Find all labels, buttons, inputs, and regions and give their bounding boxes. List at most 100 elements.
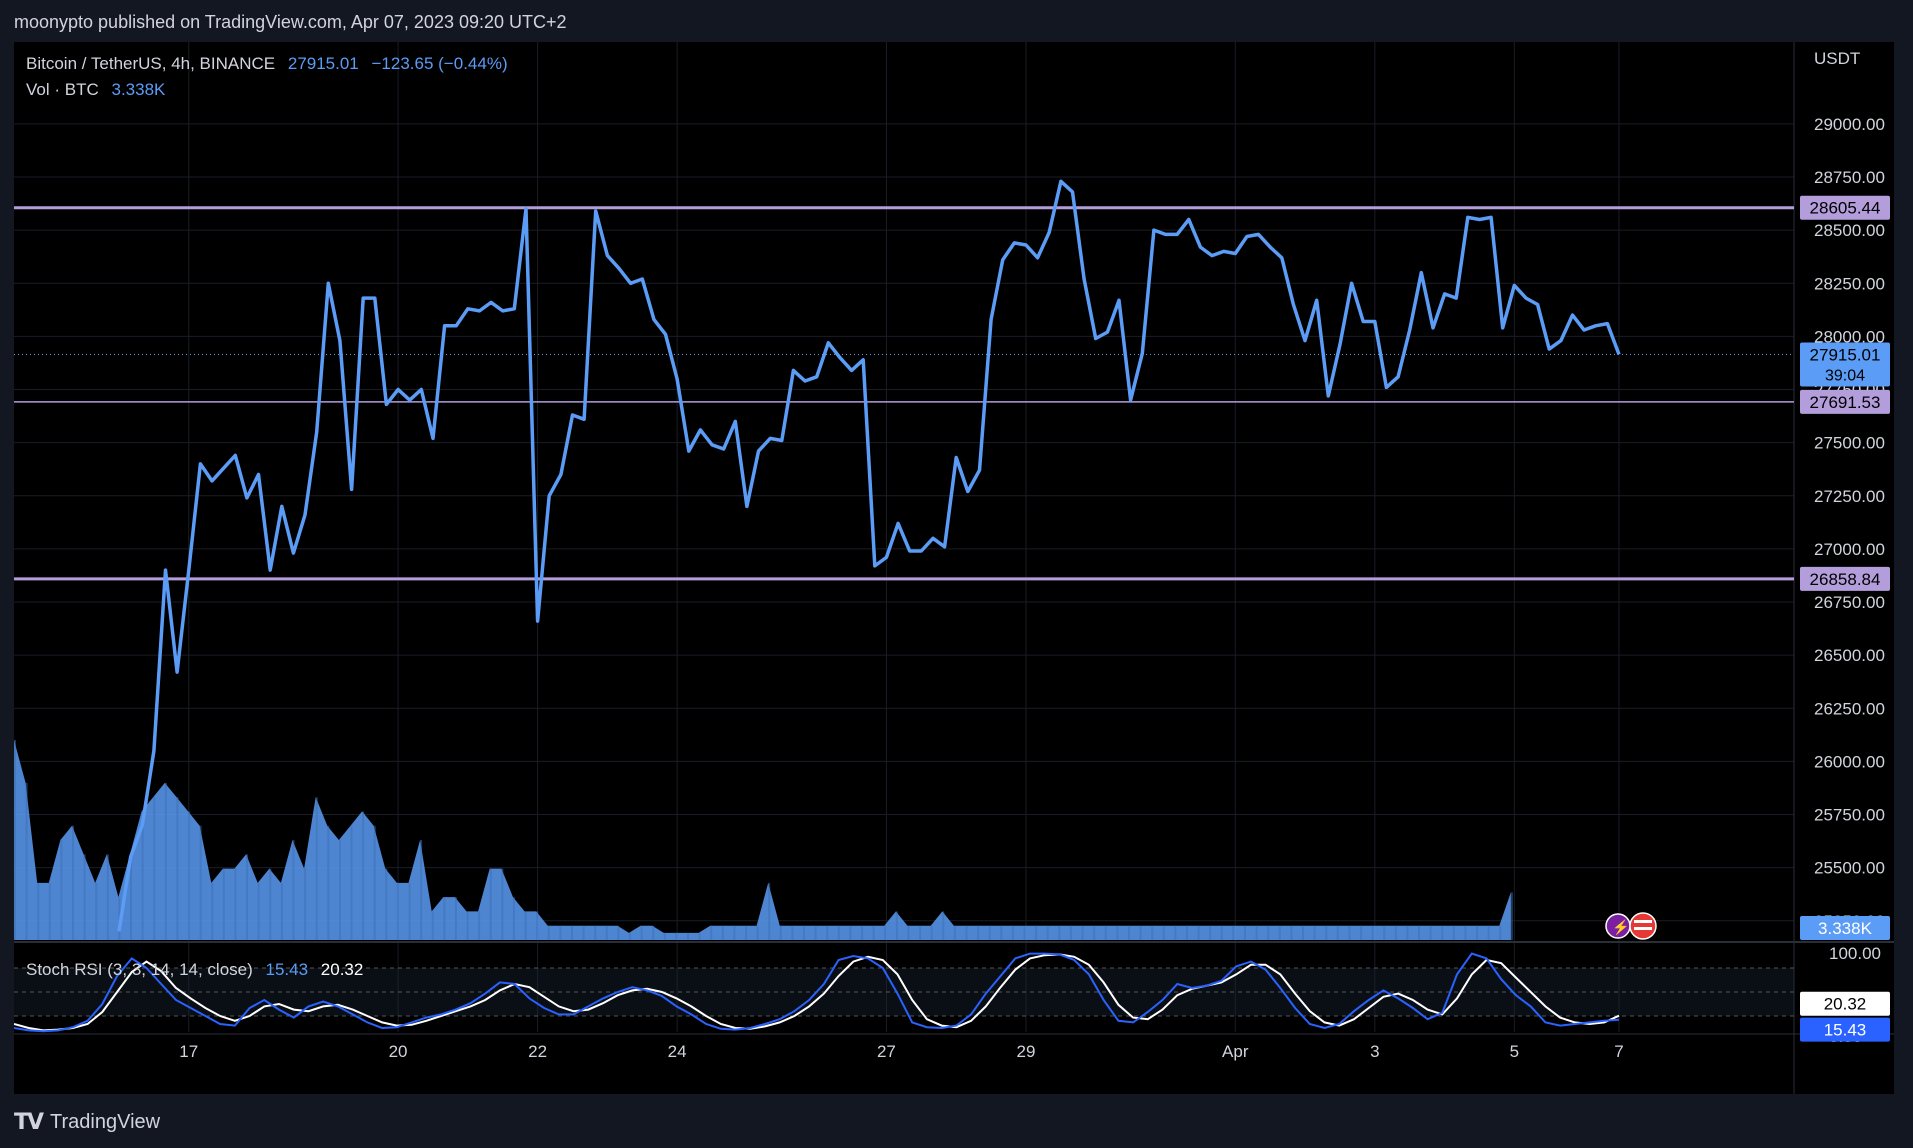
level-price-badge-text: 28605.44 xyxy=(1810,199,1881,218)
volume-bar xyxy=(83,854,86,940)
last-price-badge-text: 27915.01 xyxy=(1810,345,1881,364)
price-scale-currency: USDT xyxy=(1814,49,1860,68)
volume-legend[interactable]: Vol · BTC 3.338K xyxy=(26,80,165,100)
change-value: −123.65 (−0.44%) xyxy=(371,54,508,73)
time-tick-label: 24 xyxy=(668,1042,687,1061)
tradingview-logo[interactable]: TV TradingView xyxy=(14,1110,160,1135)
stoch-d-value: 20.32 xyxy=(320,960,364,979)
volume-bar xyxy=(559,925,562,940)
volume-bar xyxy=(1348,925,1351,940)
time-tick-label: 17 xyxy=(179,1042,198,1061)
volume-bar xyxy=(501,868,504,940)
volume-bar xyxy=(106,854,109,940)
volume-bar xyxy=(1290,925,1293,940)
volume-label[interactable]: Vol · BTC xyxy=(26,80,99,99)
chart-svg[interactable]: USDT 29000.0028750.0028500.0028250.00280… xyxy=(13,42,1894,1094)
volume-bar xyxy=(362,811,365,940)
time-tick-label: 29 xyxy=(1017,1042,1036,1061)
volume-bar xyxy=(1058,925,1061,940)
symbol-title[interactable]: Bitcoin / TetherUS, 4h, BINANCE xyxy=(26,54,275,73)
volume-bar xyxy=(1243,925,1246,940)
price-tick-label: 27250.00 xyxy=(1814,487,1885,506)
volume-area xyxy=(14,740,1511,940)
us-flag-stripes xyxy=(1634,920,1652,923)
volume-bar xyxy=(1104,925,1107,940)
volume-bar xyxy=(710,925,713,940)
volume-bar xyxy=(640,925,643,940)
time-tick-label: 7 xyxy=(1614,1042,1623,1061)
volume-bar xyxy=(512,897,515,940)
volume-bar xyxy=(164,782,167,940)
volume-bar xyxy=(663,932,666,940)
volume-bar xyxy=(582,925,585,940)
volume-bar xyxy=(965,925,968,940)
volume-bar xyxy=(721,925,724,940)
published-text: moonypto published on TradingView.com, A… xyxy=(14,12,567,32)
volume-bar xyxy=(1452,925,1455,940)
volume-bar xyxy=(826,925,829,940)
volume-bar xyxy=(1035,925,1038,940)
volume-bar xyxy=(536,911,539,940)
chart-frame[interactable]: USDT 29000.00 28750.00 28500.00 28250.00 280… xyxy=(13,42,1894,1094)
volume-bar xyxy=(733,925,736,940)
volume-bar xyxy=(211,882,214,940)
volume-bar xyxy=(420,840,423,940)
price-layer xyxy=(117,179,1621,932)
volume-bar xyxy=(849,925,852,940)
price-line xyxy=(117,179,1621,932)
volume-bar xyxy=(25,782,28,940)
volume-bar xyxy=(269,868,272,940)
volume-bar xyxy=(652,925,655,940)
time-tick-label: 27 xyxy=(877,1042,896,1061)
volume-bar xyxy=(1360,925,1363,940)
volume-bar xyxy=(385,868,388,940)
volume-bar xyxy=(338,840,341,940)
volume-bar xyxy=(443,897,446,940)
volume-bar xyxy=(803,925,806,940)
volume-bar xyxy=(478,911,481,940)
volume-bar xyxy=(188,811,191,940)
volume-bar xyxy=(1267,925,1270,940)
us-flag-icon[interactable] xyxy=(1629,912,1657,940)
event-icons[interactable]: ⚡ xyxy=(1605,912,1657,940)
volume-bar xyxy=(1429,925,1432,940)
publish-header: moonypto published on TradingView.com, A… xyxy=(0,0,1913,40)
volume-bar xyxy=(1185,925,1188,940)
volume-bar xyxy=(942,911,945,940)
volume-bar xyxy=(48,882,51,940)
volume-bar xyxy=(350,825,353,940)
price-tick-label: 26000.00 xyxy=(1814,752,1885,771)
volume-bar xyxy=(698,932,701,940)
price-tick-label: 26250.00 xyxy=(1814,699,1885,718)
volume-bar xyxy=(60,840,63,940)
volume-bar xyxy=(1255,925,1258,940)
volume-bar xyxy=(895,911,898,940)
volume-bar xyxy=(988,925,991,940)
volume-bar xyxy=(1278,925,1281,940)
volume-bar xyxy=(791,925,794,940)
levels-layer[interactable] xyxy=(14,206,1794,581)
volume-bar xyxy=(1394,925,1397,940)
volume-bar xyxy=(768,882,771,940)
symbol-legend[interactable]: Bitcoin / TetherUS, 4h, BINANCE 27915.01… xyxy=(26,54,508,74)
volume-bar xyxy=(315,797,318,940)
stoch-label[interactable]: Stoch RSI (3, 3, 14, 14, close) xyxy=(26,960,253,979)
price-tick-label: 28250.00 xyxy=(1814,274,1885,293)
stoch-k-badge-text: 15.43 xyxy=(1824,1021,1867,1040)
volume-bar xyxy=(1116,925,1119,940)
volume-bar xyxy=(675,932,678,940)
volume-bar xyxy=(327,825,330,940)
tradingview-wordmark: TradingView xyxy=(50,1111,161,1133)
volume-bar xyxy=(1220,925,1223,940)
volume-bar xyxy=(199,825,202,940)
time-tick-label: 5 xyxy=(1510,1042,1519,1061)
volume-bar xyxy=(176,797,179,940)
us-flag-stripes-2 xyxy=(1634,927,1652,930)
stoch-legend[interactable]: Stoch RSI (3, 3, 14, 14, close) 15.43 20… xyxy=(26,960,363,980)
volume-bar xyxy=(1418,925,1421,940)
lightning-glyph: ⚡ xyxy=(1612,919,1629,936)
stoch-d-badge-text: 20.32 xyxy=(1824,995,1867,1014)
volume-bar xyxy=(1174,925,1177,940)
volume-bar xyxy=(1336,925,1339,940)
price-tick-label: 25500.00 xyxy=(1814,859,1885,878)
